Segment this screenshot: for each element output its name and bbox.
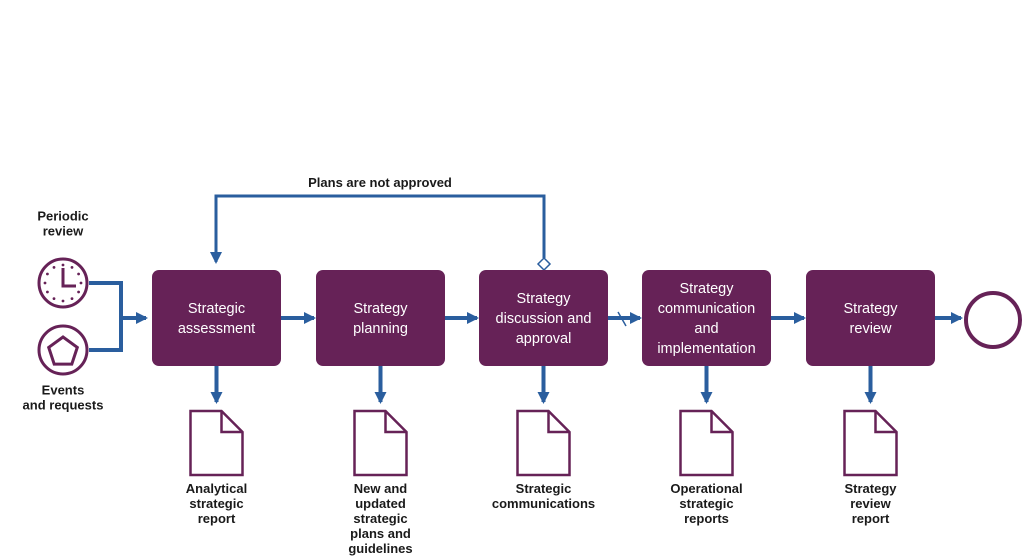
process-label-line: discussion and: [496, 311, 592, 327]
loop-label: Plans are not approved: [308, 175, 452, 190]
output-label-line: review: [850, 496, 891, 511]
process-label-line: and: [694, 321, 718, 337]
output-label: Analytical strategic report: [186, 481, 247, 526]
timer-event-label-line: Periodic: [37, 209, 88, 224]
output-label-line: strategic: [679, 496, 733, 511]
document-icon[interactable]: [353, 409, 408, 477]
output-label-line: report: [198, 511, 236, 526]
output-label-line: New and: [354, 481, 408, 496]
timer-event-label-line: review: [43, 224, 84, 239]
end-event-circle-icon: [964, 291, 1022, 349]
process-diagram: Plans are not approved Periodic reviewEve…: [23, 175, 1022, 556]
output-label-line: communications: [492, 496, 595, 511]
output-label-line: strategic: [353, 511, 407, 526]
process-label-line: Strategy: [517, 291, 572, 307]
output-label: New and updated strategic plans and guidelin…: [348, 481, 412, 556]
process-box-4[interactable]: Strategy communication and implementation: [642, 270, 771, 366]
output-label: Strategy review report: [844, 481, 897, 526]
document-icon[interactable]: [679, 409, 734, 477]
pentagon-icon[interactable]: [37, 324, 89, 376]
loop-back-flow[interactable]: [210, 194, 546, 264]
output-label-line: Operational: [670, 481, 742, 496]
signal-event-label: Events and requests: [23, 383, 104, 413]
output-label-line: updated: [355, 496, 406, 511]
timer-flow[interactable]: [89, 281, 123, 318]
output-label: Strategic communications: [492, 481, 595, 511]
output-label-line: guidelines: [348, 541, 412, 556]
process-label-line: approval: [516, 331, 572, 347]
process-label-line: planning: [353, 321, 408, 337]
output-label-line: reports: [684, 511, 729, 526]
process-label-line: Strategic: [188, 301, 245, 317]
document-icon[interactable]: [516, 409, 571, 477]
output-label-line: report: [852, 511, 890, 526]
output-label: Operational strategic reports: [670, 481, 742, 526]
process-box-2[interactable]: Strategy planning: [316, 270, 445, 366]
signal-flow[interactable]: [89, 318, 123, 352]
timer-event-label: Periodic review: [37, 209, 88, 239]
process-label-line: Strategy: [680, 281, 735, 297]
clock-icon[interactable]: [37, 257, 89, 309]
output-label-line: plans and: [350, 526, 411, 541]
conditional-diamond-icon: [536, 256, 552, 272]
process-box-1[interactable]: Strategic assessment: [152, 270, 281, 366]
signal-event-label-line: and requests: [23, 398, 104, 413]
document-icon[interactable]: [189, 409, 244, 477]
document-icon[interactable]: [843, 409, 898, 477]
process-label-line: Strategy: [844, 301, 899, 317]
process-label-line: assessment: [178, 321, 255, 337]
process-box-5[interactable]: Strategy review: [806, 270, 935, 366]
output-label-line: Strategy: [844, 481, 897, 496]
process-label-line: review: [850, 321, 892, 337]
output-label-line: Analytical: [186, 481, 247, 496]
output-label-line: Strategic: [516, 481, 572, 496]
process-label-line: communication: [658, 301, 756, 317]
output-label-line: strategic: [189, 496, 243, 511]
process-box-3[interactable]: Strategy discussion and approval: [479, 270, 608, 366]
process-label-line: Strategy: [354, 301, 409, 317]
signal-event-label-line: Events: [42, 383, 85, 398]
process-label-line: implementation: [657, 341, 755, 357]
